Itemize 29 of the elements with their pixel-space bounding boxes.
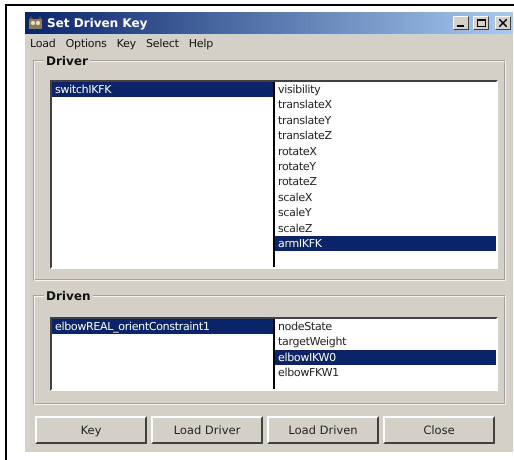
attribute-list-item[interactable]: rotateY xyxy=(275,158,496,174)
menu-item[interactable]: Load xyxy=(25,37,61,54)
menu-item[interactable]: Select xyxy=(140,37,184,54)
attribute-list-item[interactable]: scaleZ xyxy=(275,220,496,236)
attribute-list-item[interactable]: targetWeight xyxy=(275,334,496,350)
object-list-item[interactable]: switchIKFK xyxy=(52,82,273,98)
attribute-list-item[interactable]: elbowFKW1 xyxy=(275,365,496,381)
menu-item[interactable]: Help xyxy=(184,37,218,54)
attribute-list-item[interactable]: armIKFK xyxy=(275,236,496,252)
dialog-button[interactable]: Close xyxy=(383,416,495,444)
attribute-list-item[interactable]: elbowIKW0 xyxy=(275,350,496,366)
group-label: Driven xyxy=(45,289,92,303)
group-label: Driver xyxy=(45,54,89,68)
dialog-button[interactable]: Load Driven xyxy=(267,416,379,444)
window-title: Set Driven Key xyxy=(47,16,148,30)
attribute-list-item[interactable]: nodeState xyxy=(275,319,496,334)
attribute-list-item[interactable]: rotateZ xyxy=(275,174,496,190)
attribute-list-item[interactable]: translateZ xyxy=(275,128,496,144)
menu-item[interactable]: Key xyxy=(112,37,141,54)
attribute-list-item[interactable]: translateY xyxy=(275,112,496,128)
dialog-button[interactable]: Load Driver xyxy=(151,416,263,444)
dialog-button[interactable]: Key xyxy=(35,416,147,444)
attribute-list-item[interactable]: rotateX xyxy=(275,144,496,159)
attribute-list-item[interactable]: translateX xyxy=(275,97,496,113)
attribute-list-item[interactable]: scaleY xyxy=(275,205,496,221)
object-list-item[interactable]: elbowREAL_orientConstraint1 xyxy=(52,319,273,334)
menu-item[interactable]: Options xyxy=(60,37,112,54)
attribute-list-item[interactable]: visibility xyxy=(275,82,496,98)
attribute-list-item[interactable]: scaleX xyxy=(275,190,496,206)
